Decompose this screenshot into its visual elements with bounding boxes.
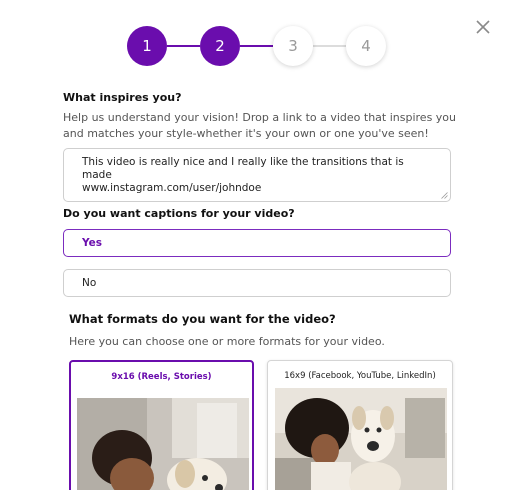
step-4[interactable]: 4 [346,26,386,66]
step-connector-2 [240,45,273,47]
format-card-16x9-label: 16x9 (Facebook, YouTube, LinkedIn) [284,371,436,381]
inspiration-textarea[interactable]: This video is really nice and I really l… [63,148,451,202]
inspiration-help-text: Help us understand your vision! Drop a l… [63,111,457,140]
format-9x16-preview-image [77,398,249,490]
captions-option-yes-label: Yes [82,237,103,249]
step-connector-3 [313,45,346,47]
close-icon [476,20,490,34]
formats-help-text: Here you can choose one or more formats … [69,335,385,348]
format-card-16x9[interactable]: 16x9 (Facebook, YouTube, LinkedIn) [267,360,453,490]
captions-option-no[interactable]: No [63,269,451,297]
format-card-9x16-label: 9x16 (Reels, Stories) [111,372,212,382]
step-connector-1 [167,45,200,47]
progress-stepper: 1 2 3 4 [127,26,386,66]
inspiration-text-line-1: This video is really nice and I really l… [82,156,404,181]
resize-grip-icon[interactable] [441,192,448,199]
captions-option-no-label: No [82,277,97,289]
inspiration-question-title: What inspires you? [63,91,182,104]
format-card-9x16[interactable]: 9x16 (Reels, Stories) [69,360,254,490]
captions-option-yes[interactable]: Yes [63,229,451,257]
step-1[interactable]: 1 [127,26,167,66]
step-3[interactable]: 3 [273,26,313,66]
inspiration-text-line-2: www.instagram.com/user/johndoe [82,182,262,194]
step-2[interactable]: 2 [200,26,240,66]
close-button[interactable] [474,18,492,36]
captions-question-title: Do you want captions for your video? [63,207,295,220]
formats-question-title: What formats do you want for the video? [69,312,336,326]
format-16x9-preview-image [275,388,447,490]
